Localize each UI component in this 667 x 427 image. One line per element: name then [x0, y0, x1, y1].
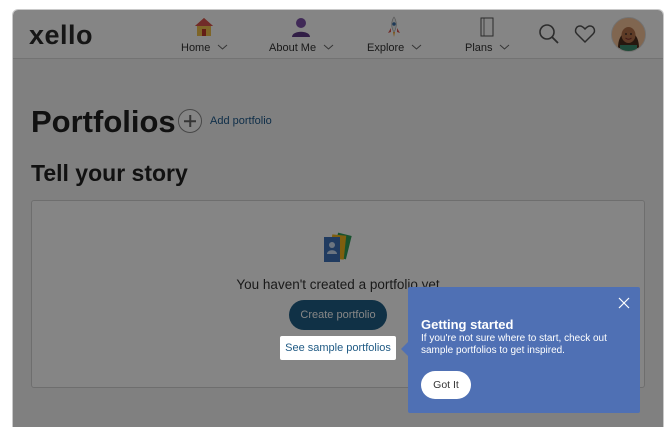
close-icon[interactable]: [618, 297, 630, 309]
popover-body: If you're not sure where to start, check…: [421, 333, 607, 356]
see-sample-portfolios-link[interactable]: See sample portfolios: [280, 336, 396, 360]
got-it-button[interactable]: Got It: [421, 371, 471, 399]
getting-started-popover: Getting started If you're not sure where…: [401, 287, 640, 413]
app-window: xello Home About Me Explore Plans Portfo…: [12, 9, 664, 427]
popover-title: Getting started: [421, 317, 514, 332]
